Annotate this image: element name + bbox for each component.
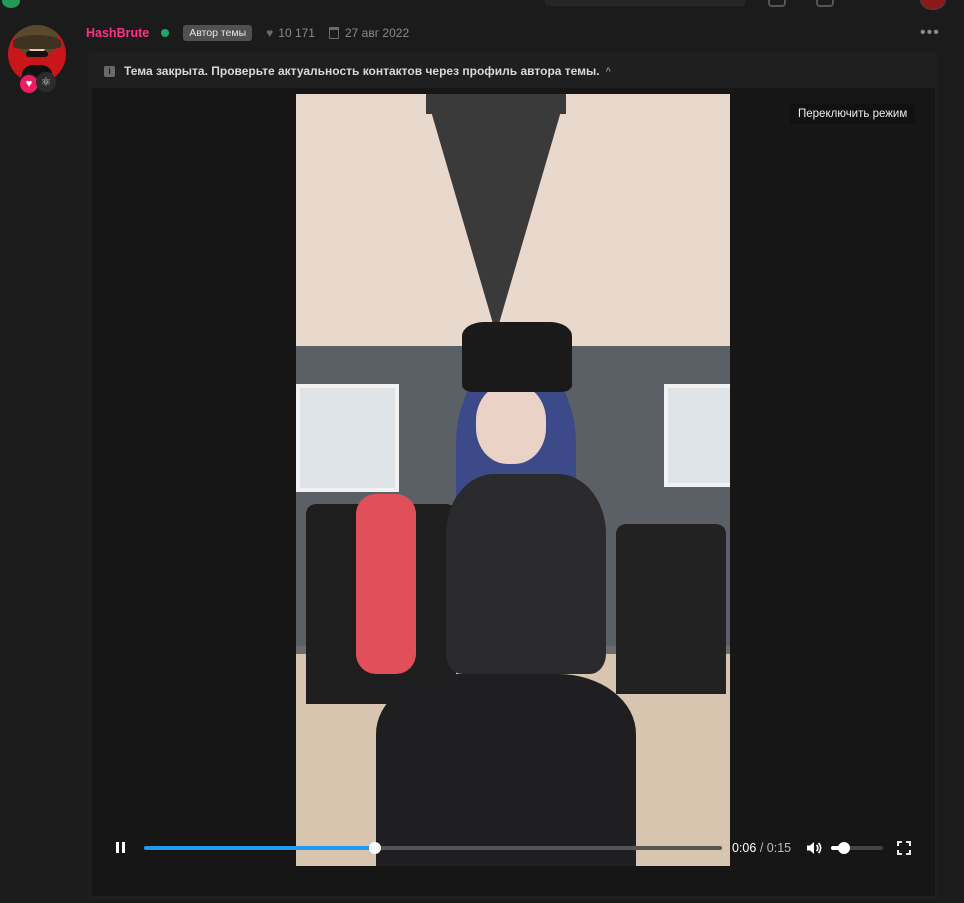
top-navbar xyxy=(0,0,964,10)
current-time: 0:06 xyxy=(732,841,757,855)
likes-count: ♥ 10 171 xyxy=(266,26,315,40)
time-separator: / xyxy=(756,841,767,855)
notice-text: Тема закрыта. Проверьте актуальность кон… xyxy=(124,64,600,78)
progress-bar[interactable] xyxy=(144,842,722,854)
chevron-up-icon[interactable]: ^ xyxy=(606,66,611,76)
author-badge: Автор темы xyxy=(183,25,253,41)
top-search-box[interactable] xyxy=(545,0,745,6)
video-window-left xyxy=(296,384,399,492)
time-display: 0:06 / 0:15 xyxy=(732,841,791,855)
likes-value: 10 171 xyxy=(278,26,315,40)
calendar-icon xyxy=(328,27,339,39)
atom-badge-icon[interactable]: ⚛ xyxy=(36,72,56,92)
volume-icon[interactable] xyxy=(806,840,822,856)
video-person-cap xyxy=(462,322,572,392)
closed-topic-notice[interactable]: i Тема закрыта. Проверьте актуальность к… xyxy=(104,64,611,78)
avatar-glasses xyxy=(26,51,48,57)
progress-fill xyxy=(144,846,376,850)
video-person-face xyxy=(476,384,546,464)
site-logo-icon[interactable] xyxy=(2,0,20,8)
video-frame[interactable] xyxy=(296,94,730,866)
fullscreen-icon[interactable] xyxy=(897,841,911,855)
avatar-hat xyxy=(13,35,61,49)
user-avatar-mini[interactable] xyxy=(920,0,946,10)
post-header: HashBrute Автор темы ♥ 10 171 27 авг 202… xyxy=(86,23,409,43)
video-controls: 0:06 / 0:15 xyxy=(92,830,935,866)
progress-handle[interactable] xyxy=(369,842,382,854)
volume-handle[interactable] xyxy=(838,842,850,854)
more-options-icon[interactable]: ••• xyxy=(920,24,940,42)
notifications-icon[interactable] xyxy=(816,0,834,7)
video-clothes-rack-right xyxy=(616,524,726,694)
online-status-icon xyxy=(161,29,170,37)
post-date: 27 авг 2022 xyxy=(328,26,410,40)
pause-icon[interactable] xyxy=(116,842,126,853)
volume-slider[interactable] xyxy=(831,842,883,854)
author-avatar[interactable] xyxy=(8,25,66,83)
info-icon: i xyxy=(104,65,115,77)
video-beam xyxy=(426,94,566,334)
video-window-right xyxy=(664,384,730,487)
messages-icon[interactable] xyxy=(768,0,786,7)
author-username[interactable]: HashBrute xyxy=(86,26,149,40)
duration: 0:15 xyxy=(766,841,792,855)
video-red-glove xyxy=(356,494,416,674)
toggle-mode-tooltip: Переключить режим xyxy=(790,104,916,124)
video-person-torso xyxy=(446,474,606,674)
date-value: 27 авг 2022 xyxy=(344,26,410,40)
heart-icon: ♥ xyxy=(266,26,274,40)
